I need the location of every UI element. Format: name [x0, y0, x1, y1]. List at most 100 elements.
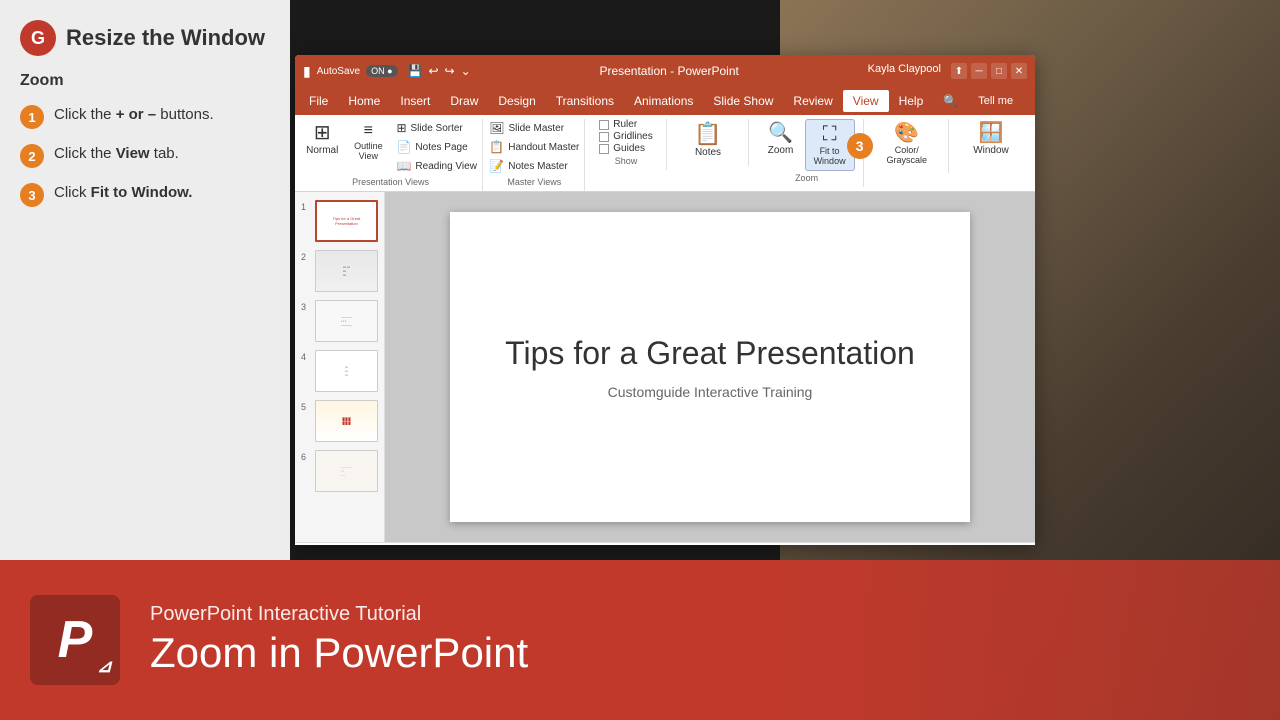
- menu-draw[interactable]: Draw: [440, 90, 488, 112]
- menu-transitions[interactable]: Transitions: [546, 90, 624, 112]
- menu-file[interactable]: File: [299, 90, 338, 112]
- notes-area[interactable]: Notes: [295, 542, 1035, 545]
- outline-view-button[interactable]: ≡ Outline View: [346, 119, 390, 165]
- menu-bar: File Home Insert Draw Design Transitions…: [295, 87, 1035, 115]
- app-title: Presentation - PowerPoint: [599, 64, 738, 78]
- outline-label: Outline View: [352, 141, 384, 161]
- slide-thumb-2[interactable]: 2 ▪▪▪ ▪▪▪▪▪▪▪▪▪: [301, 250, 378, 292]
- maximize-button[interactable]: □: [991, 63, 1007, 79]
- slide-master-button[interactable]: 🖼 Slide Master: [485, 119, 583, 137]
- minimize-button[interactable]: ─: [971, 63, 987, 79]
- window-icon: 🪟: [979, 123, 1004, 143]
- ruler-row: Ruler: [599, 119, 652, 130]
- presentation-views-items: ⊞ Normal ≡ Outline View ⊞ Slide Sorter: [300, 119, 481, 175]
- show-small-group: Ruler Gridlines Guides: [599, 119, 652, 154]
- menu-slideshow[interactable]: Slide Show: [703, 90, 783, 112]
- color-icon: 🎨: [894, 123, 919, 143]
- footer: P ⊿ PowerPoint Interactive Tutorial Zoom…: [0, 560, 1280, 720]
- main-slide: Tips for a Great Presentation Customguid…: [450, 212, 970, 522]
- slide-num-3: 3: [301, 302, 311, 312]
- reading-view-button[interactable]: 📖 Reading View: [392, 157, 480, 175]
- handout-master-label: Handout Master: [508, 142, 579, 153]
- window-group: 🪟 Window: [951, 119, 1031, 164]
- logo-circle: G: [20, 20, 56, 56]
- slide-sorter-button[interactable]: ⊞ Slide Sorter: [392, 119, 480, 137]
- slide-img-6[interactable]: ─────▪ ▪──: [315, 450, 378, 492]
- handout-master-icon: 📋: [489, 140, 504, 154]
- notes-icon: 📋: [694, 123, 721, 145]
- slide-thumb-4[interactable]: 4 ▪▪▪▪▪▪▪▪▪: [301, 350, 378, 392]
- step-3-text: Click Fit to Window.: [54, 182, 192, 203]
- slide-master-icon: 🖼: [489, 121, 504, 135]
- slide-sorter-label: Slide Sorter: [411, 123, 463, 134]
- title-bar: ▮ AutoSave ON ● 💾 ↩ ↪ ⌄ Presentation - P…: [295, 55, 1035, 87]
- ppt-window: ▮ AutoSave ON ● 💾 ↩ ↪ ⌄ Presentation - P…: [295, 55, 1035, 545]
- slide-img-3[interactable]: ─────▪ ▪ ▪─────: [315, 300, 378, 342]
- zoom-group-title: Zoom: [795, 173, 818, 183]
- slide-thumb-3[interactable]: 3 ─────▪ ▪ ▪─────: [301, 300, 378, 342]
- menu-review[interactable]: Review: [783, 90, 842, 112]
- slide-title: Tips for a Great Presentation: [505, 335, 915, 372]
- ruler-checkbox[interactable]: [599, 120, 609, 130]
- notes-page-button[interactable]: 📄 Notes Page: [392, 138, 480, 156]
- guides-row: Guides: [599, 143, 652, 154]
- menu-help[interactable]: Help: [889, 90, 934, 112]
- slide-img-2[interactable]: ▪▪▪ ▪▪▪▪▪▪▪▪▪: [315, 250, 378, 292]
- menu-animations[interactable]: Animations: [624, 90, 703, 112]
- slide-content-3: ─────▪ ▪ ▪─────: [338, 312, 355, 331]
- guides-checkbox[interactable]: [599, 144, 609, 154]
- customize-icon[interactable]: ⌄: [461, 64, 471, 78]
- normal-view-button[interactable]: ⊞ Normal: [300, 119, 344, 160]
- slide-num-6: 6: [301, 452, 311, 462]
- slide-img-5[interactable]: █ █ ██ █ █: [315, 400, 378, 442]
- menu-insert[interactable]: Insert: [390, 90, 440, 112]
- ribbon-content: ⊞ Normal ≡ Outline View ⊞ Slide Sorter: [295, 115, 1035, 191]
- slide-panel[interactable]: 1 Tips for a GreatPresentation 2 ▪▪▪ ▪▪▪…: [295, 192, 385, 542]
- slide-thumb-6[interactable]: 6 ─────▪ ▪──: [301, 450, 378, 492]
- zoom-button[interactable]: 🔍 Zoom: [759, 119, 803, 160]
- slide-subtitle: Customguide Interactive Training: [608, 384, 813, 400]
- slide-img-4[interactable]: ▪▪▪▪▪▪▪▪▪: [315, 350, 378, 392]
- show-items: Ruler Gridlines Guides: [599, 119, 652, 154]
- tutorial-panel: G Resize the Window Zoom 1 Click the + o…: [0, 0, 290, 560]
- slide-content-6: ─────▪ ▪──: [338, 462, 355, 480]
- logo-letter: G: [31, 28, 45, 49]
- slide-thumb-5[interactable]: 5 █ █ ██ █ █: [301, 400, 378, 442]
- search-icon[interactable]: 🔍: [933, 90, 968, 112]
- share-icon[interactable]: ⬆: [951, 63, 967, 79]
- footer-subtitle: PowerPoint Interactive Tutorial: [150, 603, 528, 626]
- step-3: 3 Click Fit to Window.: [20, 182, 270, 207]
- user-name: Kayla Claypool: [868, 63, 941, 79]
- menu-home[interactable]: Home: [338, 90, 390, 112]
- handout-master-button[interactable]: 📋 Handout Master: [485, 138, 583, 156]
- gridlines-checkbox[interactable]: [599, 132, 609, 142]
- fit-label: Fit to Window: [812, 146, 848, 166]
- normal-icon: ⊞: [314, 123, 331, 143]
- window-button[interactable]: 🪟 Window: [967, 119, 1015, 160]
- tutorial-title: Resize the Window: [66, 25, 265, 51]
- autosave-toggle[interactable]: ON ●: [366, 65, 397, 77]
- undo-icon[interactable]: ↩: [428, 64, 438, 78]
- presentation-views-title: Presentation Views: [352, 177, 429, 187]
- color-grayscale-button[interactable]: 🎨 Color/ Grayscale: [874, 119, 940, 169]
- menu-view[interactable]: View: [843, 90, 889, 112]
- outline-icon: ≡: [364, 123, 373, 139]
- slide-content-5: █ █ ██ █ █: [339, 414, 353, 428]
- save-icon[interactable]: 💾: [408, 64, 423, 78]
- tell-me-label[interactable]: Tell me: [968, 91, 1023, 111]
- notes-master-button[interactable]: 📝 Notes Master: [485, 157, 583, 175]
- close-button[interactable]: ✕: [1011, 63, 1027, 79]
- notes-button[interactable]: 📋 Notes: [686, 119, 730, 162]
- guides-label: Guides: [613, 143, 645, 154]
- slide-img-1[interactable]: Tips for a GreatPresentation: [315, 200, 378, 242]
- window-label: Window: [973, 145, 1009, 156]
- reading-label: Reading View: [415, 161, 477, 172]
- ppt-icon: ▮: [303, 63, 311, 80]
- color-label: Color/ Grayscale: [880, 145, 934, 165]
- menu-design[interactable]: Design: [488, 90, 545, 112]
- window-controls: Kayla Claypool ⬆ ─ □ ✕: [868, 63, 1027, 79]
- color-group: 🎨 Color/ Grayscale: [866, 119, 949, 173]
- redo-icon[interactable]: ↪: [445, 64, 455, 78]
- slide-thumb-1[interactable]: 1 Tips for a GreatPresentation: [301, 200, 378, 242]
- logo-text: P: [58, 610, 93, 670]
